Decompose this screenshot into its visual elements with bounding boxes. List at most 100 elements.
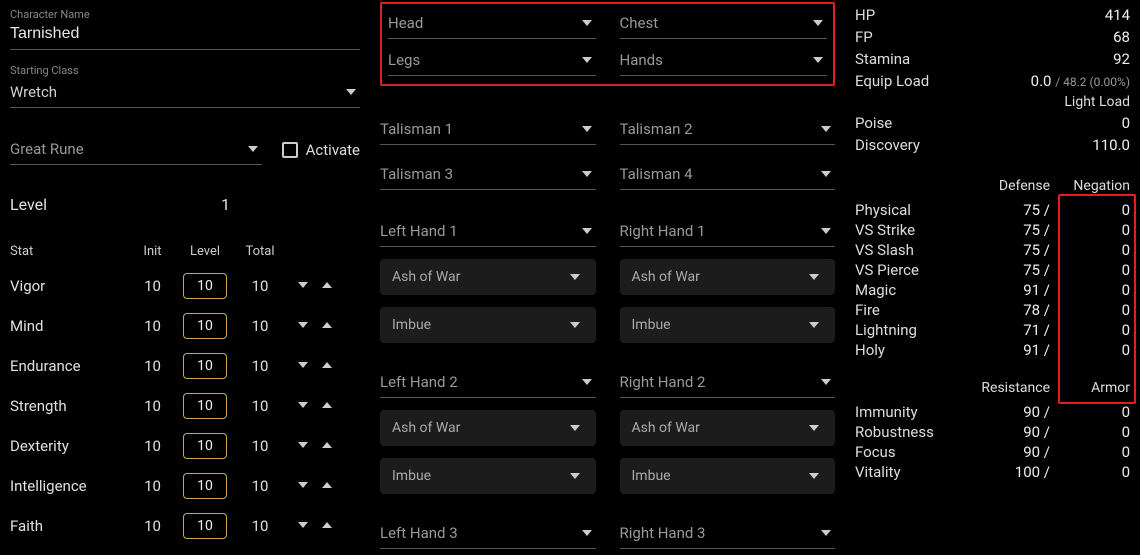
talisman3-select[interactable]: Talisman 3 [380,159,596,190]
lh3-select[interactable]: Left Hand 3 [380,518,596,549]
stat-init: 10 [130,437,175,455]
defense-name: VS Pierce [855,261,970,279]
chest-select[interactable]: Chest [620,8,828,39]
ash-of-war-select[interactable]: Ash of War [620,410,836,446]
chevron-down-icon [582,228,592,234]
stat-level-input[interactable]: 10 [183,513,227,539]
weapon-label: Right Hand 2 [620,373,706,391]
increment-button[interactable] [320,479,334,493]
head-select[interactable]: Head [388,8,596,39]
decrement-button[interactable] [296,439,310,453]
starting-class-value: Wretch [10,83,57,101]
ash-of-war-select[interactable]: Ash of War [380,259,596,295]
rh2-select[interactable]: Right Hand 2 [620,367,836,398]
negation-value: 0 [1050,221,1130,239]
imbue-select[interactable]: Imbue [380,307,596,343]
hp-label: HP [855,6,875,24]
increment-button[interactable] [320,359,334,373]
increment-button[interactable] [320,519,334,533]
discovery-value: 110.0 [1092,136,1130,154]
talisman4-select[interactable]: Talisman 4 [620,159,836,190]
armor-highlight-box: Head Chest Legs Hands [380,2,835,86]
stat-level-input[interactable]: 10 [183,433,227,459]
char-name-label: Character Name [10,8,360,21]
ash-of-war-select[interactable]: Ash of War [620,259,836,295]
imbue-select[interactable]: Imbue [620,458,836,494]
imbue-label: Imbue [392,468,431,484]
decrement-button[interactable] [296,399,310,413]
stat-total: 10 [235,317,285,335]
equip-load-sub: / 48.2 (0.00%) [1055,75,1130,89]
header-level: Level [175,244,235,259]
increment-button[interactable] [320,279,334,293]
negation-value: 0 [1050,341,1130,359]
resist-row: Immunity90 /0 [855,402,1130,422]
defense-value: 91 / [970,341,1050,359]
imbue-select[interactable]: Imbue [620,307,836,343]
chevron-down-icon [582,126,592,132]
stat-name: Strength [10,397,130,415]
imbue-label: Imbue [632,317,671,333]
char-name-input[interactable] [10,21,360,50]
chevron-down-icon [821,530,831,536]
starting-class-label: Starting Class [10,64,360,77]
stat-total: 10 [235,437,285,455]
stat-init: 10 [130,357,175,375]
chevron-down-icon [821,379,831,385]
hp-value: 414 [1105,6,1130,24]
rh1-select[interactable]: Right Hand 1 [620,216,836,247]
lh1-select[interactable]: Left Hand 1 [380,216,596,247]
defense-row: Holy91 /0 [855,340,1130,360]
stat-level-input[interactable]: 10 [183,353,227,379]
stat-init: 10 [130,517,175,535]
great-rune-select[interactable]: Great Rune [10,134,262,165]
defense-name: VS Strike [855,221,970,239]
chevron-down-icon [821,171,831,177]
head-label: Head [388,14,423,32]
activate-label: Activate [306,141,360,159]
stat-level-input[interactable]: 10 [183,273,227,299]
imbue-label: Imbue [392,317,431,333]
talisman1-select[interactable]: Talisman 1 [380,114,596,145]
defense-value: 75 / [970,201,1050,219]
activate-checkbox[interactable]: Activate [282,141,360,159]
decrement-button[interactable] [296,479,310,493]
rh3-select[interactable]: Right Hand 3 [620,518,836,549]
ash-label: Ash of War [632,420,700,436]
hands-select[interactable]: Hands [620,45,828,76]
equip-load-value: 0.0 [1031,72,1052,90]
chevron-down-icon [582,171,592,177]
legs-select[interactable]: Legs [388,45,596,76]
stat-level-input[interactable]: 10 [183,313,227,339]
starting-class-select[interactable]: Wretch [10,77,360,108]
header-init: Init [130,244,175,259]
chevron-down-icon [582,530,592,536]
increment-button[interactable] [320,319,334,333]
fp-label: FP [855,28,873,46]
defense-value: 75 / [970,261,1050,279]
decrement-button[interactable] [296,359,310,373]
resist-row: Focus90 /0 [855,442,1130,462]
decrement-button[interactable] [296,519,310,533]
defense-row: VS Slash75 /0 [855,240,1130,260]
resist-value: 90 / [970,443,1050,461]
stat-level-input[interactable]: 10 [183,473,227,499]
ash-of-war-select[interactable]: Ash of War [380,410,596,446]
lh2-select[interactable]: Left Hand 2 [380,367,596,398]
resist-name: Immunity [855,403,970,421]
chevron-down-icon [821,126,831,132]
decrement-button[interactable] [296,279,310,293]
increment-button[interactable] [320,399,334,413]
talisman2-select[interactable]: Talisman 2 [620,114,836,145]
stat-level-input[interactable]: 10 [183,393,227,419]
imbue-select[interactable]: Imbue [380,458,596,494]
negation-value: 0 [1050,301,1130,319]
defense-value: 91 / [970,281,1050,299]
stat-row: Mind101010 [10,313,360,339]
defense-name: Magic [855,281,970,299]
increment-button[interactable] [320,439,334,453]
defense-row: VS Pierce75 /0 [855,260,1130,280]
decrement-button[interactable] [296,319,310,333]
stamina-label: Stamina [855,50,910,68]
stat-init: 10 [130,477,175,495]
